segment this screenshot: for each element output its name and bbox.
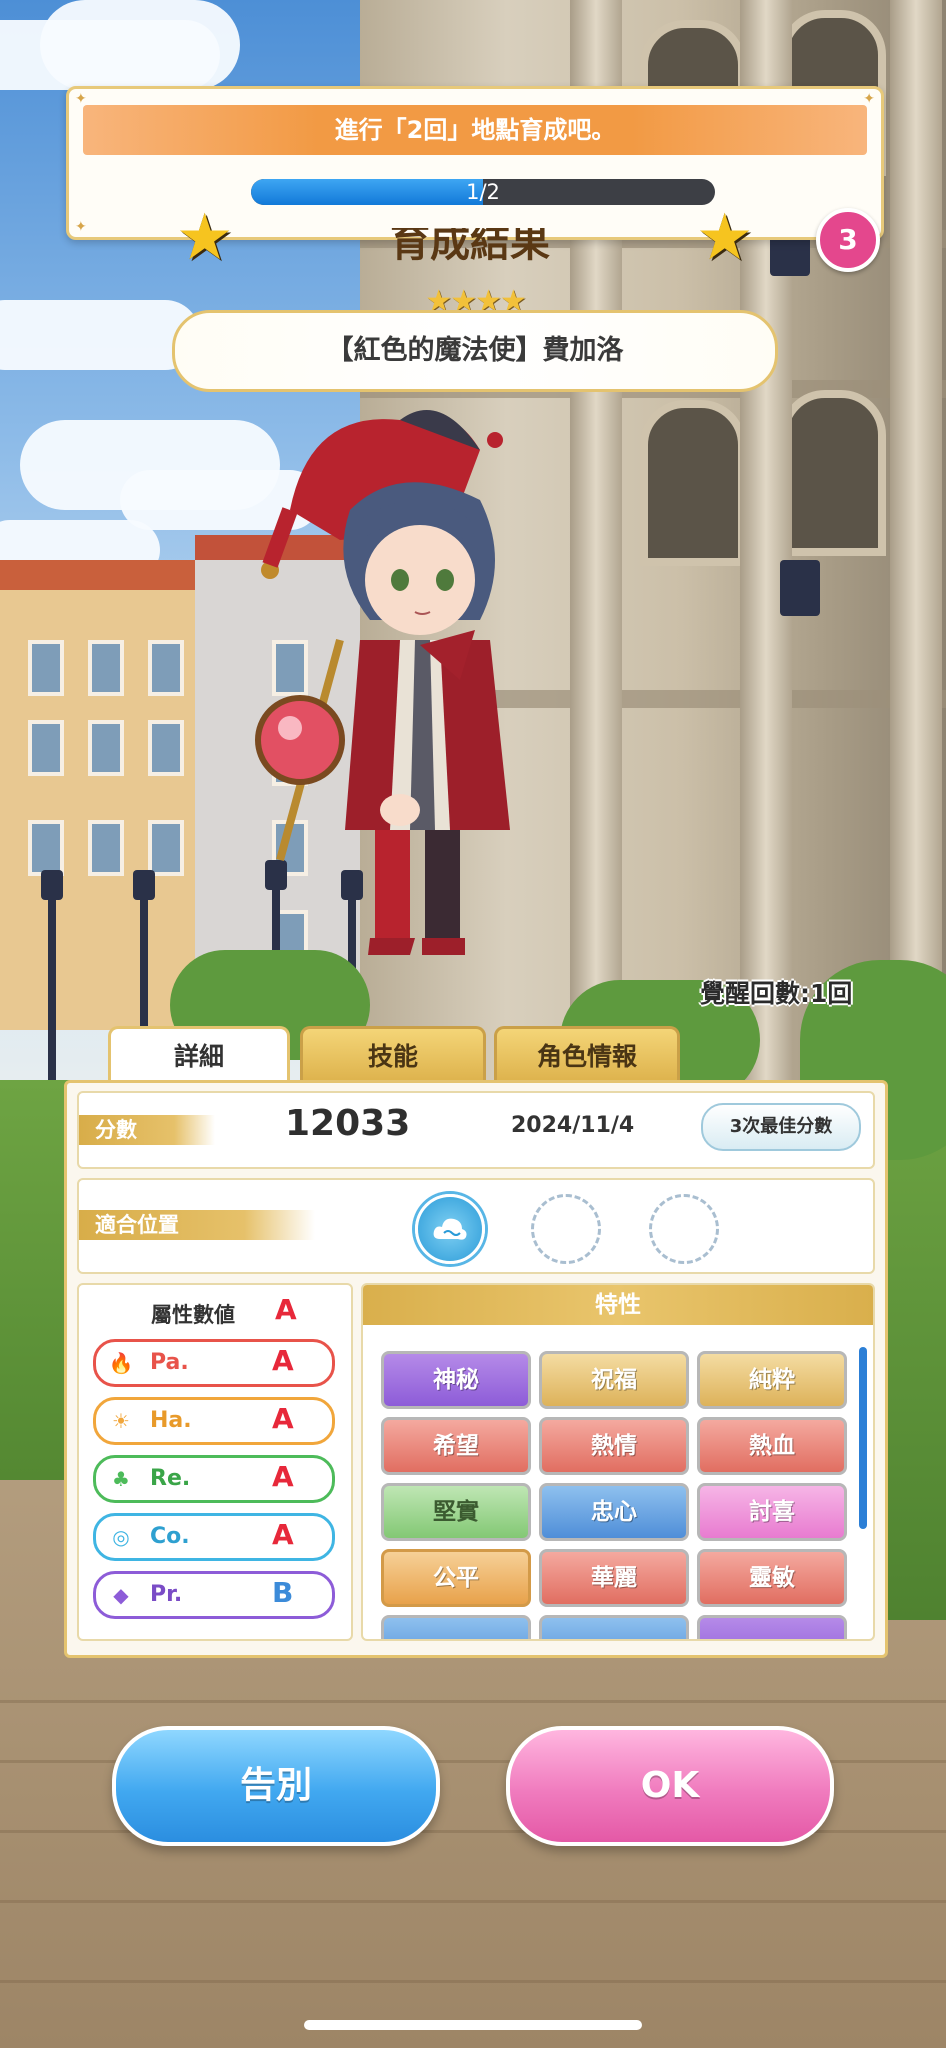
quest-title-bar: 進行「2回」地點育成吧。 (83, 105, 867, 155)
trait-chip[interactable]: 純粋 (697, 1351, 847, 1409)
character-name: 【紅色的魔法使】費加洛 (326, 335, 624, 366)
result-star-right-icon: ★ (696, 201, 754, 275)
cloud-icon (433, 1218, 467, 1240)
trait-chip[interactable]: 熱情 (539, 1417, 689, 1475)
attribute-grade: A (272, 1344, 294, 1377)
attribute-pr: ◆ Pr. B (93, 1571, 335, 1619)
trait-chip[interactable]: 討喜 (697, 1483, 847, 1541)
corner-star-icon: ✦ (75, 219, 87, 235)
attributes-box: 屬性數値 A 🔥 Pa. A ☀ Ha. A ♣ Re. A ◎ Co. A ◆… (77, 1283, 353, 1641)
quest-progress-bar: 1/2 (251, 179, 715, 205)
trait-chip[interactable]: 神秘 (381, 1351, 531, 1409)
position-slot-empty (649, 1194, 719, 1264)
character-illustration (255, 410, 510, 955)
attribute-name: Re. (150, 1466, 191, 1491)
trait-chip[interactable]: 堅實 (381, 1483, 531, 1541)
best-score-button[interactable]: 3次最佳分數 (701, 1103, 861, 1151)
tab-character-info[interactable]: 角色情報 (494, 1026, 680, 1085)
quest-text: 進行「2回」地點育成吧。 (334, 116, 616, 144)
score-row: 分數 12033 2024/11/4 3次最佳分數 (77, 1091, 875, 1169)
overall-grade: A (275, 1293, 297, 1326)
awaken-count: 覺醒回數:1回 (700, 979, 853, 1008)
ok-button[interactable]: OK (506, 1726, 834, 1846)
traits-box: 特性 神秘 祝福 純粋 希望 熱情 熱血 堅實 忠心 討喜 公平 華麗 靈敏 (361, 1283, 875, 1641)
swirl-icon: ◎ (112, 1525, 130, 1549)
position-slot-empty (531, 1194, 601, 1264)
result-title: 育成結果 (390, 228, 550, 266)
position-slot-filled (415, 1194, 485, 1264)
flame-icon: 🔥 (108, 1351, 134, 1375)
trait-chip[interactable]: 祝福 (539, 1351, 689, 1409)
trait-chip[interactable]: 公平 (381, 1549, 531, 1607)
attribute-name: Ha. (150, 1408, 192, 1433)
attributes-header: 屬性數値 (151, 1303, 235, 1327)
attribute-grade: B (272, 1576, 294, 1609)
score-date: 2024/11/4 (511, 1113, 635, 1138)
trait-chip-partial[interactable] (697, 1615, 847, 1639)
trait-chip-partial[interactable] (539, 1615, 689, 1639)
farewell-button[interactable]: 告別 (112, 1726, 440, 1846)
attribute-pa: 🔥 Pa. A (93, 1339, 335, 1387)
attribute-name: Pa. (150, 1350, 189, 1375)
clover-icon: ♣ (112, 1467, 130, 1491)
result-star-left-icon: ★ (176, 201, 234, 275)
home-indicator[interactable] (304, 2020, 642, 2030)
traits-scrollbar[interactable] (859, 1347, 867, 1529)
trait-chip[interactable]: 靈敏 (697, 1549, 847, 1607)
details-panel: 分數 12033 2024/11/4 3次最佳分數 適合位置 屬性數値 A 🔥 … (64, 1080, 888, 1658)
sun-icon: ☀ (112, 1409, 130, 1433)
attribute-name: Co. (150, 1524, 190, 1549)
score-value: 12033 (285, 1103, 411, 1144)
position-label: 適合位置 (79, 1210, 315, 1240)
quest-progress-text: 1/2 (466, 180, 500, 204)
trait-chip[interactable]: 忠心 (539, 1483, 689, 1541)
notification-badge[interactable]: 3 (816, 208, 880, 272)
trait-chip[interactable]: 熱血 (697, 1417, 847, 1475)
attribute-ha: ☀ Ha. A (93, 1397, 335, 1445)
traits-header: 特性 (363, 1285, 873, 1325)
attribute-re: ♣ Re. A (93, 1455, 335, 1503)
trait-chip[interactable]: 希望 (381, 1417, 531, 1475)
trait-chip-partial[interactable] (381, 1615, 531, 1639)
tab-details[interactable]: 詳細 (108, 1026, 290, 1085)
position-row: 適合位置 (77, 1178, 875, 1274)
character-name-plate: 【紅色的魔法使】費加洛 (172, 310, 778, 392)
attribute-name: Pr. (150, 1582, 183, 1607)
trait-chip[interactable]: 華麗 (539, 1549, 689, 1607)
attribute-grade: A (272, 1402, 294, 1435)
attribute-grade: A (272, 1518, 294, 1551)
score-label: 分數 (79, 1115, 215, 1145)
tab-skills[interactable]: 技能 (300, 1026, 486, 1085)
attribute-grade: A (272, 1460, 294, 1493)
attribute-co: ◎ Co. A (93, 1513, 335, 1561)
diamond-icon: ◆ (113, 1583, 129, 1607)
